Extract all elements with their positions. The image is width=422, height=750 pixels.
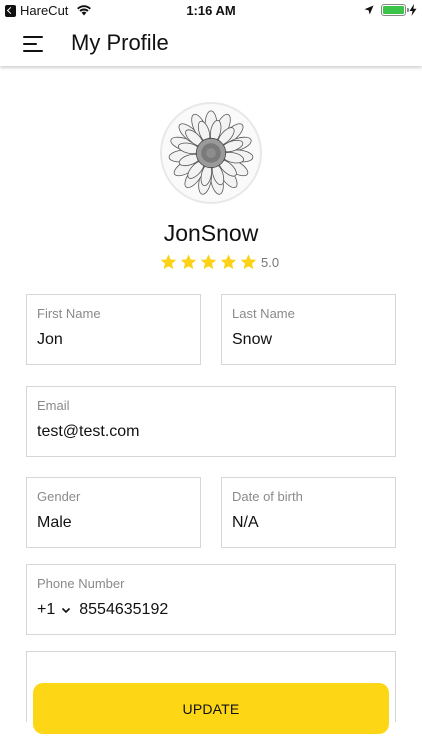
location-arrow-icon (364, 5, 374, 15)
star-icon (220, 254, 237, 270)
phone-input[interactable]: 8554635192 (79, 601, 168, 619)
email-input[interactable]: test@test.com (37, 423, 140, 441)
last-name-input[interactable]: Snow (232, 331, 272, 349)
email-field[interactable]: Email test@test.com (26, 386, 396, 457)
rating-value: 5.0 (261, 254, 280, 270)
last-name-label: Last Name (232, 306, 295, 321)
charging-bolt-icon (409, 4, 417, 16)
profile-avatar[interactable] (160, 102, 262, 204)
battery-icon (381, 4, 409, 16)
rating: 5.0 (159, 252, 279, 272)
first-name-input[interactable]: Jon (37, 331, 63, 349)
chevron-down-icon[interactable] (61, 605, 71, 615)
phone-row: +1 8554635192 (37, 601, 168, 619)
star-icon (240, 254, 257, 270)
email-label: Email (37, 398, 70, 413)
hamburger-menu-icon[interactable] (23, 35, 43, 53)
dob-picker[interactable]: N/A (232, 514, 259, 532)
star-icon (200, 254, 217, 270)
update-button[interactable]: UPDATE (33, 683, 389, 734)
star-icon (160, 254, 177, 270)
profile-username: JonSnow (163, 220, 259, 246)
status-bar: HareCut 1:16 AM (0, 0, 422, 22)
phone-field[interactable]: Phone Number +1 8554635192 (26, 564, 396, 635)
clock: 1:16 AM (186, 3, 236, 18)
first-name-label: First Name (37, 306, 101, 321)
last-name-field[interactable]: Last Name Snow (221, 294, 396, 365)
dob-label: Date of birth (232, 489, 303, 504)
gender-select[interactable]: Male (37, 514, 72, 532)
sunflower-avatar (168, 110, 254, 195)
phone-label: Phone Number (37, 576, 125, 591)
gender-label: Gender (37, 489, 81, 504)
star-icon (180, 254, 197, 270)
first-name-field[interactable]: First Name Jon (26, 294, 201, 365)
dob-field[interactable]: Date of birth N/A (221, 477, 396, 548)
gender-field[interactable]: Gender Male (26, 477, 201, 548)
country-code-select[interactable]: +1 (37, 601, 55, 619)
page-title: My Profile (71, 30, 169, 55)
navigation-bar: My Profile (0, 22, 422, 66)
